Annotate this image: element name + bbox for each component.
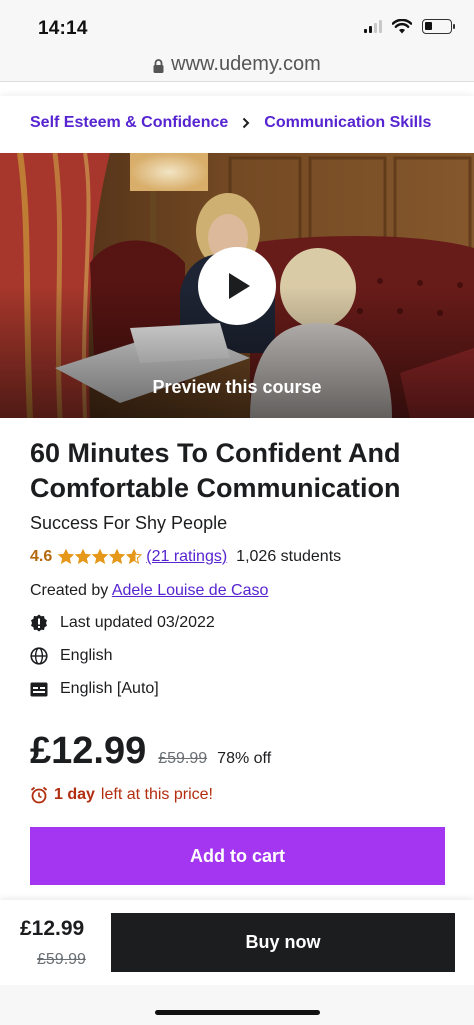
sale-timer: 1 day left at this price! (30, 786, 213, 804)
status-bar: 14:14 (0, 0, 474, 48)
preview-course-label[interactable]: Preview this course (0, 377, 474, 398)
language-row: English (30, 647, 112, 665)
course-subtitle: Success For Shy People (30, 513, 228, 533)
chevron-right-icon (243, 117, 250, 129)
rating-value: 4.6 (30, 548, 53, 565)
star-icon (126, 549, 143, 564)
language-text: English (60, 647, 113, 664)
add-to-cart-button[interactable]: Add to cart (30, 827, 445, 885)
star-icon (75, 549, 92, 564)
breadcrumb-item-communication[interactable]: Communication Skills (264, 114, 431, 132)
created-by-label: Created by (30, 582, 109, 599)
ratings-count-link[interactable]: (21 ratings) (146, 548, 227, 566)
price-row: £12.99 £59.99 78% off (30, 730, 271, 773)
captions-text: English [Auto] (60, 680, 159, 697)
creator-row: Created by Adele Louise de Caso (30, 582, 268, 600)
address-bar[interactable]: www.udemy.com (0, 48, 474, 82)
play-button[interactable] (198, 247, 276, 325)
rating-row: 4.6 (21 ratings) 1,026 students (30, 548, 341, 566)
home-area (0, 985, 474, 1025)
battery-icon (422, 19, 455, 34)
last-updated-text: Last updated 03/2022 (60, 614, 215, 631)
wifi-icon (392, 19, 412, 34)
breadcrumb-bar: Self Esteem & Confidence Communication S… (0, 96, 474, 152)
status-icons (364, 19, 455, 34)
last-updated-row: Last updated 03/2022 (30, 614, 215, 632)
timer-text: left at this price! (100, 786, 213, 803)
star-icon (58, 549, 75, 564)
play-icon (229, 273, 250, 299)
captions-row: English [Auto] (30, 680, 159, 698)
alert-badge-icon (30, 614, 48, 632)
alarm-clock-icon (30, 786, 48, 804)
course-preview-video[interactable]: Preview this course (0, 153, 474, 418)
current-price: £12.99 (30, 730, 147, 772)
students-count: 1,026 students (236, 548, 342, 565)
home-indicator[interactable] (155, 1010, 320, 1015)
breadcrumb-item-self-esteem[interactable]: Self Esteem & Confidence (30, 114, 228, 132)
star-icon (109, 549, 126, 564)
lock-icon (153, 58, 164, 73)
buy-now-button[interactable]: Buy now (111, 913, 455, 972)
status-time: 14:14 (38, 18, 88, 39)
globe-icon (30, 647, 48, 665)
instructor-link[interactable]: Adele Louise de Caso (112, 582, 269, 599)
discount-percent: 78% off (217, 750, 272, 767)
captions-icon (30, 680, 48, 698)
signal-icon (364, 20, 382, 33)
url-text: www.udemy.com (171, 53, 321, 75)
original-price: £59.99 (158, 750, 208, 767)
course-title: 60 Minutes To Confident And Comfortable … (30, 438, 401, 503)
breadcrumb: Self Esteem & Confidence Communication S… (30, 114, 431, 132)
bottom-current-price: £12.99 (20, 917, 85, 940)
star-rating (58, 549, 143, 565)
bottom-original-price: £59.99 (37, 951, 86, 968)
timer-days: 1 day (54, 786, 95, 803)
star-icon (92, 549, 109, 564)
sticky-purchase-bar: £12.99 £59.99 Buy now (0, 900, 474, 985)
